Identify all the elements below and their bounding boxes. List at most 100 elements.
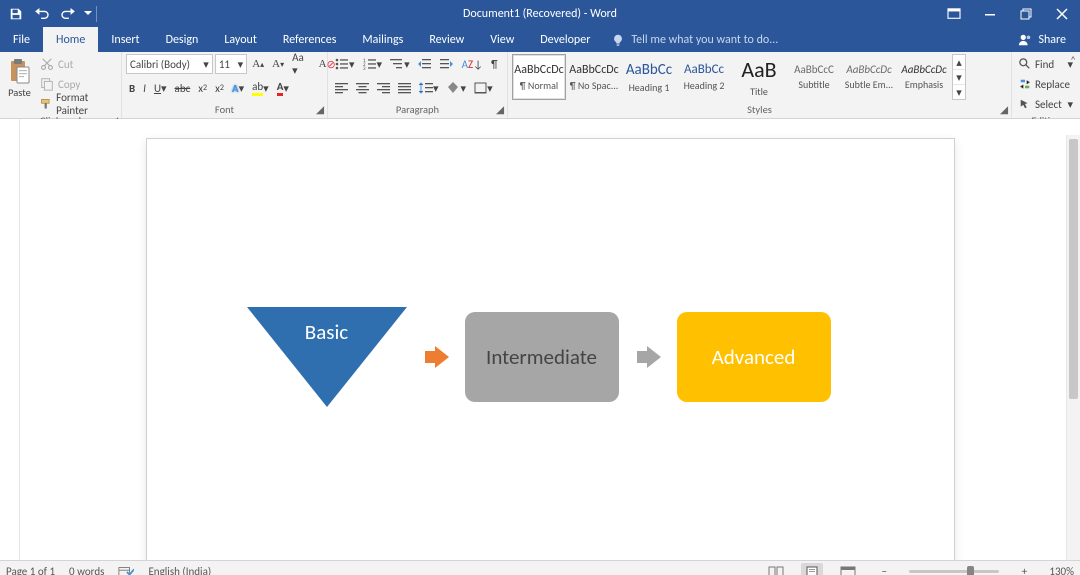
tab-mailings[interactable]: Mailings: [349, 27, 416, 52]
styles-scroll-down[interactable]: ▾: [953, 70, 965, 85]
strikethrough-button[interactable]: abc: [172, 78, 194, 98]
format-painter-button[interactable]: Format Painter: [37, 94, 117, 114]
page[interactable]: Basic Intermediate Advanced: [147, 139, 954, 560]
line-spacing-button[interactable]: ▾: [416, 78, 442, 98]
redo-button[interactable]: [56, 2, 80, 26]
shading-button[interactable]: ▾: [444, 78, 470, 98]
vertical-ruler[interactable]: [0, 119, 20, 560]
style-emphasis[interactable]: AaBbCcDcEmphasis: [897, 54, 951, 100]
undo-button[interactable]: [30, 2, 54, 26]
style-title[interactable]: AaBTitle: [732, 54, 786, 100]
status-language[interactable]: English (India): [148, 565, 211, 575]
underline-button[interactable]: U ▾: [151, 78, 170, 98]
status-word-count[interactable]: 0 words: [69, 565, 104, 575]
multilevel-list-button[interactable]: ▾: [387, 54, 413, 74]
styles-scroll[interactable]: ▴ ▾ ▾: [952, 54, 966, 100]
find-button[interactable]: Find▾: [1016, 54, 1076, 74]
styles-gallery[interactable]: AaBbCcDc¶ NormalAaBbCcDc¶ No Spac...AaBb…: [508, 52, 1011, 103]
italic-button[interactable]: I: [140, 78, 149, 98]
borders-button[interactable]: ▾: [471, 78, 496, 98]
style-heading-1[interactable]: AaBbCcHeading 1: [622, 54, 676, 100]
shape-basic-triangle[interactable]: Basic: [247, 307, 407, 407]
smartart-process[interactable]: Basic Intermediate Advanced: [247, 307, 831, 407]
cut-label: Cut: [58, 58, 73, 71]
shape-advanced-box[interactable]: Advanced: [677, 312, 831, 402]
arrow-2[interactable]: [637, 346, 659, 368]
subscript-button[interactable]: x2: [195, 78, 210, 98]
justify-button[interactable]: [395, 78, 414, 98]
shape-intermediate-box[interactable]: Intermediate: [465, 312, 619, 402]
increase-indent-button[interactable]: [437, 54, 457, 74]
superscript-button[interactable]: x2: [212, 78, 227, 98]
numbering-button[interactable]: 123▾: [360, 54, 386, 74]
zoom-level[interactable]: 130%: [1049, 565, 1074, 575]
tab-view[interactable]: View: [477, 27, 527, 52]
view-web-layout[interactable]: [837, 563, 859, 575]
style-subtle-emphasis[interactable]: AaBbCcDcSubtle Em...: [842, 54, 896, 100]
ribbon: Paste Cut Copy Format Painter Clipboard◢: [0, 52, 1080, 119]
view-read-mode[interactable]: [765, 563, 787, 575]
change-case-button[interactable]: Aa ▾: [289, 54, 313, 74]
ribbon-display-options[interactable]: [936, 0, 972, 27]
bullets-button[interactable]: ▾: [332, 54, 358, 74]
highlight-button[interactable]: ab ▾: [249, 78, 272, 98]
styles-expand[interactable]: ▾: [953, 85, 965, 99]
zoom-slider[interactable]: [909, 570, 999, 573]
status-spellcheck[interactable]: [118, 565, 134, 575]
style-heading-2[interactable]: AaBbCcHeading 2: [677, 54, 731, 100]
status-bar: Page 1 of 1 0 words English (India) − + …: [0, 560, 1080, 575]
bold-button[interactable]: B: [126, 78, 138, 98]
tab-home[interactable]: Home: [43, 27, 98, 52]
align-right-button[interactable]: [374, 78, 393, 98]
paste-button[interactable]: Paste: [4, 54, 35, 102]
restore-button[interactable]: [1008, 0, 1044, 27]
close-button[interactable]: [1044, 0, 1080, 27]
style-subtitle[interactable]: AaBbCcCSubtitle: [787, 54, 841, 100]
font-family-combo[interactable]: Calibri (Body)▾: [126, 54, 213, 74]
tab-layout[interactable]: Layout: [211, 27, 270, 52]
tab-design[interactable]: Design: [153, 27, 212, 52]
view-print-layout[interactable]: [801, 563, 823, 575]
styles-scroll-up[interactable]: ▴: [953, 55, 965, 70]
status-page[interactable]: Page 1 of 1: [6, 565, 55, 575]
qat-customize[interactable]: [82, 2, 94, 26]
minimize-button[interactable]: [972, 0, 1008, 27]
vertical-scrollbar[interactable]: [1066, 135, 1080, 560]
paragraph-launcher[interactable]: ◢: [495, 104, 505, 114]
replace-button[interactable]: Replace: [1016, 74, 1076, 94]
scrollbar-thumb[interactable]: [1069, 139, 1078, 399]
document-title: Document1 (Recovered) - Word: [0, 7, 1080, 21]
align-center-button[interactable]: [353, 78, 372, 98]
style-normal[interactable]: AaBbCcDc¶ Normal: [512, 54, 566, 100]
title-bar: Document1 (Recovered) - Word: [0, 0, 1080, 27]
zoom-in-button[interactable]: +: [1013, 563, 1035, 575]
zoom-out-button[interactable]: −: [873, 563, 895, 575]
shrink-font-button[interactable]: A▾: [269, 54, 287, 74]
select-button[interactable]: Select▾: [1016, 94, 1076, 114]
tell-me-search[interactable]: Tell me what you want to do...: [603, 27, 778, 52]
document-viewport[interactable]: Basic Intermediate Advanced: [20, 119, 1080, 560]
grow-font-button[interactable]: A▴: [249, 54, 267, 74]
tab-insert[interactable]: Insert: [98, 27, 152, 52]
collapse-ribbon-button[interactable]: ˄: [1070, 54, 1076, 67]
share-button[interactable]: Share: [1010, 27, 1074, 52]
style-no-spacing[interactable]: AaBbCcDc¶ No Spac...: [567, 54, 621, 100]
arrow-1[interactable]: [425, 346, 447, 368]
tab-file[interactable]: File: [0, 27, 43, 52]
tab-references[interactable]: References: [270, 27, 350, 52]
font-size-combo[interactable]: 11▾: [215, 54, 247, 74]
save-button[interactable]: [4, 2, 28, 26]
font-launcher[interactable]: ◢: [315, 104, 325, 114]
align-left-button[interactable]: [332, 78, 351, 98]
decrease-indent-button[interactable]: [415, 54, 435, 74]
zoom-slider-thumb[interactable]: [967, 566, 974, 575]
show-marks-button[interactable]: ¶: [488, 54, 500, 74]
select-icon: [1019, 98, 1031, 110]
cut-button[interactable]: Cut: [37, 54, 115, 74]
tab-review[interactable]: Review: [416, 27, 477, 52]
styles-launcher[interactable]: ◢: [999, 104, 1009, 114]
tab-developer[interactable]: Developer: [527, 27, 603, 52]
sort-button[interactable]: AZ↓: [459, 54, 487, 74]
font-color-button[interactable]: A ▾: [274, 78, 292, 98]
text-effects-button[interactable]: A ▾: [229, 78, 247, 98]
